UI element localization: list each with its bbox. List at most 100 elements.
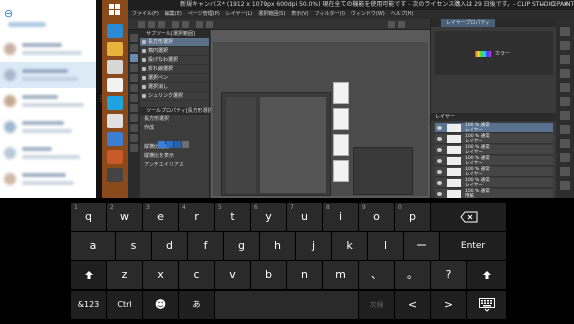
emoji-key[interactable]: ☻ [143,291,178,319]
tool-icon[interactable] [130,84,138,92]
canvas-view[interactable] [213,42,428,196]
keyboard-switch-key[interactable] [467,291,506,319]
key-j[interactable]: j [296,232,331,260]
tool-icon[interactable] [130,34,138,42]
panel-icon[interactable] [560,125,570,134]
panel-icon[interactable] [560,181,570,190]
splitter-grip-icon[interactable]: ⋮ [97,92,105,106]
mode-button[interactable] [158,141,165,148]
layer-row[interactable]: 100 % 通常 レイヤー [435,167,553,177]
tool-property-item[interactable]: 縦横比を表示 [140,152,209,161]
internet-explorer-icon[interactable] [107,24,123,38]
key-e[interactable]: 3e [143,203,178,231]
command-icon[interactable] [398,21,405,28]
ctrl-key[interactable]: Ctrl [107,291,142,319]
layer-row[interactable]: 100 % 通常 レイヤー [435,156,553,166]
key-d[interactable]: d [152,232,187,260]
key-comma[interactable]: 、 [359,261,394,289]
app-icon[interactable] [107,60,123,74]
color-panel[interactable]: カラー [435,31,553,75]
tab-layer-property[interactable]: レイヤープロパティ [441,19,496,27]
key-period[interactable]: 。 [395,261,430,289]
panel-icon[interactable] [560,139,570,148]
subtool-item[interactable]: 楕円選択 [140,47,209,56]
list-item[interactable] [0,62,96,88]
key-n[interactable]: n [287,261,322,289]
file-explorer-icon[interactable] [107,42,123,56]
key-a[interactable]: a [71,232,115,260]
layer-row[interactable]: 100 % 通常 レイヤー [435,178,553,188]
tool-icon[interactable] [130,94,138,102]
command-icon[interactable] [158,21,165,28]
key-t[interactable]: 5t [215,203,250,231]
mode-button[interactable] [182,141,189,148]
command-icon[interactable] [148,21,155,28]
command-icon[interactable] [388,21,395,28]
subtool-item[interactable]: 選択ペン [140,74,209,83]
panel-icon[interactable] [560,167,570,176]
key-w[interactable]: 2w [107,203,142,231]
menu-filter[interactable]: フィルター(I) [315,11,345,17]
next-candidate-key[interactable]: 次候 [359,291,394,319]
canvas-page[interactable] [333,108,349,130]
key-h[interactable]: h [260,232,295,260]
key-long-vowel[interactable]: ー [404,232,439,260]
tool-icon[interactable] [130,134,138,142]
shift-key-left[interactable] [71,261,106,289]
panel-icon[interactable] [560,83,570,92]
panel-icon[interactable] [560,153,570,162]
key-q[interactable]: 1q [71,203,106,231]
color-slider[interactable] [475,51,491,57]
layer-row[interactable]: 100 % 通常 レイヤー [435,145,553,155]
list-item[interactable] [0,166,96,192]
menu-page[interactable]: ページ管理(P) [188,11,220,17]
layer-row[interactable]: 100 % 通常 レイヤー [435,123,553,133]
canvas-page[interactable] [333,160,349,182]
key-g[interactable]: g [224,232,259,260]
panel-icon[interactable] [560,27,570,36]
list-item[interactable] [0,114,96,140]
menu-selection[interactable]: 選択範囲(S) [258,11,285,17]
kana-mode-key[interactable]: あ [179,291,214,319]
app-icon[interactable] [107,150,123,164]
numbers-key[interactable]: &123 [71,291,106,319]
menu-view[interactable]: 表示(V) [291,11,308,17]
cursor-right-key[interactable]: > [431,291,466,319]
list-item[interactable] [0,140,96,166]
close-button[interactable]: ✕ [560,1,572,9]
command-icon[interactable] [196,21,203,28]
menu-help[interactable]: ヘルプ(H) [391,11,414,17]
subtool-item[interactable]: 長方形選択 [140,38,209,47]
key-i[interactable]: 8i [323,203,358,231]
space-key[interactable] [215,291,358,319]
tool-icon[interactable] [130,44,138,52]
menu-layer[interactable]: レイヤー(L) [226,11,253,17]
tool-icon[interactable] [130,114,138,122]
key-m[interactable]: m [323,261,358,289]
layer-row[interactable]: 100 % 通常 レイヤー [435,134,553,144]
windows-start-icon[interactable] [109,4,121,16]
list-item[interactable] [0,88,96,114]
back-arrow-icon[interactable]: ⊖ [4,8,16,20]
app-icon[interactable] [107,96,123,110]
app-icon[interactable] [107,132,123,146]
enter-key[interactable]: Enter [440,232,506,260]
tool-icon[interactable] [130,104,138,112]
subtool-item[interactable]: 折れ線選択 [140,65,209,74]
subtool-item[interactable]: シュリンク選択 [140,92,209,101]
key-y[interactable]: 6y [251,203,286,231]
tool-icon[interactable] [130,54,138,62]
key-k[interactable]: k [332,232,367,260]
subtool-item[interactable]: 投げなわ選択 [140,56,209,65]
command-icon[interactable] [206,21,213,28]
key-p[interactable]: 0p [395,203,430,231]
key-u[interactable]: 7u [287,203,322,231]
panel-icon[interactable] [560,41,570,50]
tool-icon[interactable] [130,64,138,72]
panel-icon[interactable] [560,111,570,120]
key-x[interactable]: x [143,261,178,289]
command-icon[interactable] [172,21,179,28]
key-f[interactable]: f [188,232,223,260]
cursor-left-key[interactable]: < [395,291,430,319]
menu-file[interactable]: ファイル(F) [132,11,159,17]
